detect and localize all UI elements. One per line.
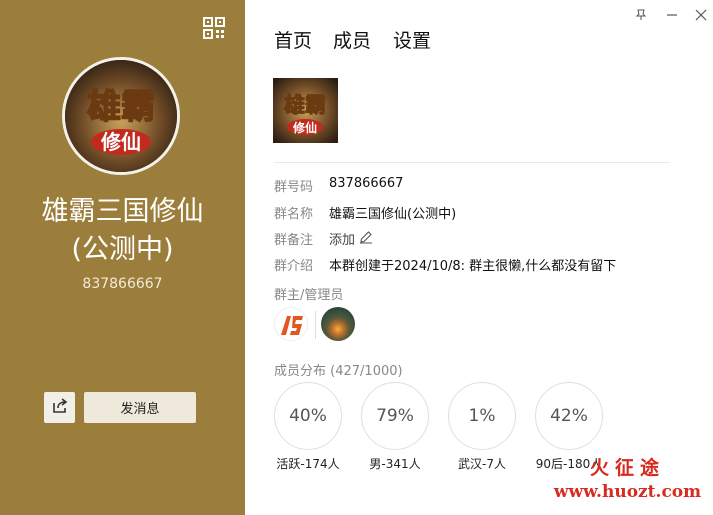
stat-active-caption: 活跃-174人 [276, 457, 340, 471]
group-remark-label: 群备注 [274, 233, 314, 248]
share-button[interactable] [44, 392, 75, 423]
tab-settings[interactable]: 设置 [393, 26, 431, 53]
send-message-button[interactable]: 发消息 [84, 392, 196, 423]
watermark-url: www.huozt.com [553, 482, 702, 502]
close-icon[interactable] [692, 6, 710, 24]
group-number-value: 837866667 [329, 176, 404, 191]
group-sidebar: 雄霸 修仙 雄霸三国修仙 (公测中) 837866667 发消息 [0, 0, 245, 515]
minimize-icon[interactable] [663, 6, 681, 24]
stat-active[interactable]: 40% [274, 382, 342, 450]
admins-label: 群主/管理员 [274, 288, 344, 303]
qr-code-icon[interactable] [203, 17, 225, 39]
distribution-title: 成员分布 [274, 364, 327, 379]
stat-region-caption: 武汉-7人 [458, 457, 506, 471]
divider [274, 162, 670, 163]
group-avatar[interactable]: 雄霸 修仙 [62, 57, 180, 175]
group-name-value: 雄霸三国修仙(公测中) [329, 207, 457, 222]
stat-male-caption: 男-341人 [369, 457, 421, 471]
group-number-label: 群号码 [274, 180, 314, 195]
logo-text-top: 雄霸 [87, 87, 155, 127]
group-title-line2: (公测中) [71, 234, 174, 265]
watermark-title: 火征途 [589, 457, 665, 479]
member-count: (427/1000) [330, 364, 403, 379]
member-distribution-label: 成员分布 (427/1000) [274, 360, 403, 379]
add-remark-label: 添加 [329, 233, 356, 248]
admin-avatar-2[interactable] [321, 307, 355, 341]
watermark: 火征途 www.huozt.com [545, 456, 710, 511]
logo-text-bottom-small: 修仙 [292, 120, 317, 135]
tab-members[interactable]: 成员 [333, 26, 371, 53]
tab-home[interactable]: 首页 [274, 26, 312, 53]
add-remark-button[interactable]: 添加 [329, 229, 373, 248]
group-title-line1: 雄霸三国修仙 [41, 196, 204, 227]
group-intro-label: 群介绍 [274, 259, 314, 274]
stat-region[interactable]: 1% [448, 382, 516, 450]
admin-avatar-1[interactable] [274, 307, 308, 341]
group-profile-window: 雄霸 修仙 雄霸三国修仙 (公测中) 837866667 发消息 首页 成员 设… [0, 0, 713, 515]
group-id: 837866667 [82, 276, 163, 292]
pin-icon[interactable] [632, 6, 650, 24]
logo-text-bottom: 修仙 [100, 130, 141, 154]
group-name-label: 群名称 [274, 207, 314, 222]
logo-text-top-small: 雄霸 [283, 92, 326, 117]
group-avatar-thumbnail[interactable]: 雄霸 修仙 [273, 78, 338, 143]
stat-age[interactable]: 42% [535, 382, 603, 450]
group-title: 雄霸三国修仙 (公测中) [0, 193, 245, 269]
stat-male[interactable]: 79% [361, 382, 429, 450]
edit-icon [359, 230, 373, 248]
admin-separator [315, 311, 316, 339]
group-intro-value: 本群创建于2024/10/8: 群主很懒,什么都没有留下 [329, 259, 617, 274]
share-icon [52, 397, 68, 418]
